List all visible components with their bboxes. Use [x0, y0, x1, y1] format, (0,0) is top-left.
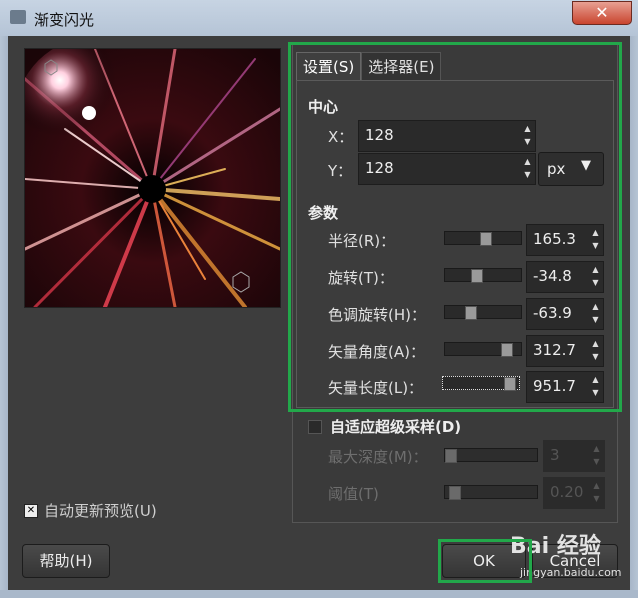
center-x-spinbutton[interactable]: 128 ▲ ▼: [358, 120, 536, 152]
spin-down-icon[interactable]: ▼: [522, 168, 533, 181]
supersampling-label: 自适应超级采样(D): [330, 418, 462, 436]
unit-select[interactable]: px ▼: [538, 152, 604, 186]
slider-handle[interactable]: [471, 269, 483, 283]
spin-up-icon[interactable]: ▲: [590, 373, 601, 386]
app-icon: [10, 10, 26, 24]
vector-angle-spinbutton[interactable]: 312.7 ▲ ▼: [526, 335, 604, 367]
center-section-title: 中心: [308, 98, 339, 116]
center-y-label: Y：: [328, 162, 353, 180]
help-button[interactable]: 帮助(H): [22, 544, 110, 578]
slider-handle[interactable]: [504, 377, 516, 391]
preview-canvas: [24, 48, 281, 308]
max-depth-label: 最大深度(M)：: [328, 448, 428, 466]
radius-value[interactable]: 165.3: [533, 230, 576, 248]
hue-rotation-value[interactable]: -63.9: [533, 304, 572, 322]
threshold-spinbutton[interactable]: 0.20 ▲ ▼: [543, 477, 605, 509]
spin-down-icon[interactable]: ▼: [590, 239, 601, 252]
spin-up-icon[interactable]: ▲: [522, 122, 533, 135]
gradient-flare-preview: [25, 49, 280, 307]
auto-update-preview-toggle[interactable]: ✕ 自动更新预览(U): [24, 500, 157, 521]
hue-rotation-label: 色调旋转(H)：: [328, 306, 426, 324]
radius-spinbutton[interactable]: 165.3 ▲ ▼: [526, 224, 604, 256]
radius-label: 半径(R)：: [328, 232, 396, 250]
spin-down-icon[interactable]: ▼: [590, 386, 601, 399]
slider-handle[interactable]: [465, 306, 477, 320]
spin-up-icon[interactable]: ▲: [591, 442, 602, 455]
slider-handle[interactable]: [501, 343, 513, 357]
spin-down-icon[interactable]: ▼: [522, 135, 533, 148]
threshold-slider[interactable]: [444, 485, 538, 500]
spin-down-icon[interactable]: ▼: [590, 276, 601, 289]
spin-up-icon[interactable]: ▲: [522, 155, 533, 168]
unit-value: px: [547, 160, 566, 178]
center-x-value[interactable]: 128: [365, 126, 394, 144]
spin-down-icon[interactable]: ▼: [591, 492, 602, 505]
hue-rotation-slider[interactable]: [444, 305, 522, 320]
threshold-label: 阈值(T): [328, 485, 379, 503]
window-frame-right: [630, 36, 638, 598]
watermark-url: jingyan.baidu.com: [520, 566, 622, 579]
rotation-slider[interactable]: [444, 268, 522, 283]
max-depth-value[interactable]: 3: [550, 446, 560, 464]
max-depth-slider[interactable]: [444, 448, 538, 463]
rotation-value[interactable]: -34.8: [533, 267, 572, 285]
center-y-value[interactable]: 128: [365, 159, 394, 177]
vector-length-value[interactable]: 951.7: [533, 377, 576, 395]
spin-down-icon[interactable]: ▼: [591, 455, 602, 468]
tab-settings[interactable]: 设置(S): [296, 52, 362, 81]
params-section-title: 参数: [308, 204, 339, 222]
spin-up-icon[interactable]: ▲: [591, 479, 602, 492]
spin-down-icon[interactable]: ▼: [590, 313, 601, 326]
spin-down-icon[interactable]: ▼: [590, 350, 601, 363]
rotation-spinbutton[interactable]: -34.8 ▲ ▼: [526, 261, 604, 293]
spin-up-icon[interactable]: ▲: [590, 263, 601, 276]
spin-up-icon[interactable]: ▲: [590, 300, 601, 313]
vector-angle-value[interactable]: 312.7: [533, 341, 576, 359]
slider-handle[interactable]: [445, 449, 457, 463]
vector-length-label: 矢量长度(L)：: [328, 379, 424, 397]
vector-length-spinbutton[interactable]: 951.7 ▲ ▼: [526, 371, 604, 403]
window-frame-left: [0, 36, 8, 598]
threshold-value[interactable]: 0.20: [550, 483, 583, 501]
center-y-spinbutton[interactable]: 128 ▲ ▼: [358, 153, 536, 185]
hue-rotation-spinbutton[interactable]: -63.9 ▲ ▼: [526, 298, 604, 330]
max-depth-spinbutton[interactable]: 3 ▲ ▼: [543, 440, 605, 472]
tab-selector[interactable]: 选择器(E): [361, 52, 442, 81]
vector-angle-label: 矢量角度(A)：: [328, 343, 425, 361]
supersampling-checkbox[interactable]: [308, 419, 322, 434]
close-button[interactable]: ✕: [572, 1, 632, 25]
center-x-label: X：: [328, 128, 354, 146]
spin-up-icon[interactable]: ▲: [590, 337, 601, 350]
watermark-logo: Bai 经验: [510, 534, 601, 559]
adaptive-supersampling-toggle[interactable]: 自适应超级采样(D): [308, 416, 461, 437]
title-bar: 渐变闪光 ✕: [0, 0, 638, 36]
slider-handle[interactable]: [449, 486, 461, 500]
vector-angle-slider[interactable]: [444, 342, 522, 357]
rotation-label: 旋转(T)：: [328, 269, 394, 287]
radius-slider[interactable]: [444, 231, 522, 246]
baidu-watermark: Bai 经验 jingyan.baidu.com: [510, 528, 622, 579]
spin-up-icon[interactable]: ▲: [590, 226, 601, 239]
tab-bar: 设置(S) 选择器(E): [296, 52, 442, 81]
auto-update-label: 自动更新预览(U): [44, 502, 157, 520]
slider-handle[interactable]: [480, 232, 492, 246]
window-frame-bottom: [0, 590, 638, 598]
auto-update-checkbox[interactable]: ✕: [24, 503, 38, 518]
window-title: 渐变闪光: [34, 11, 95, 29]
chevron-down-icon: ▼: [581, 158, 591, 173]
vector-length-slider[interactable]: [442, 376, 520, 391]
